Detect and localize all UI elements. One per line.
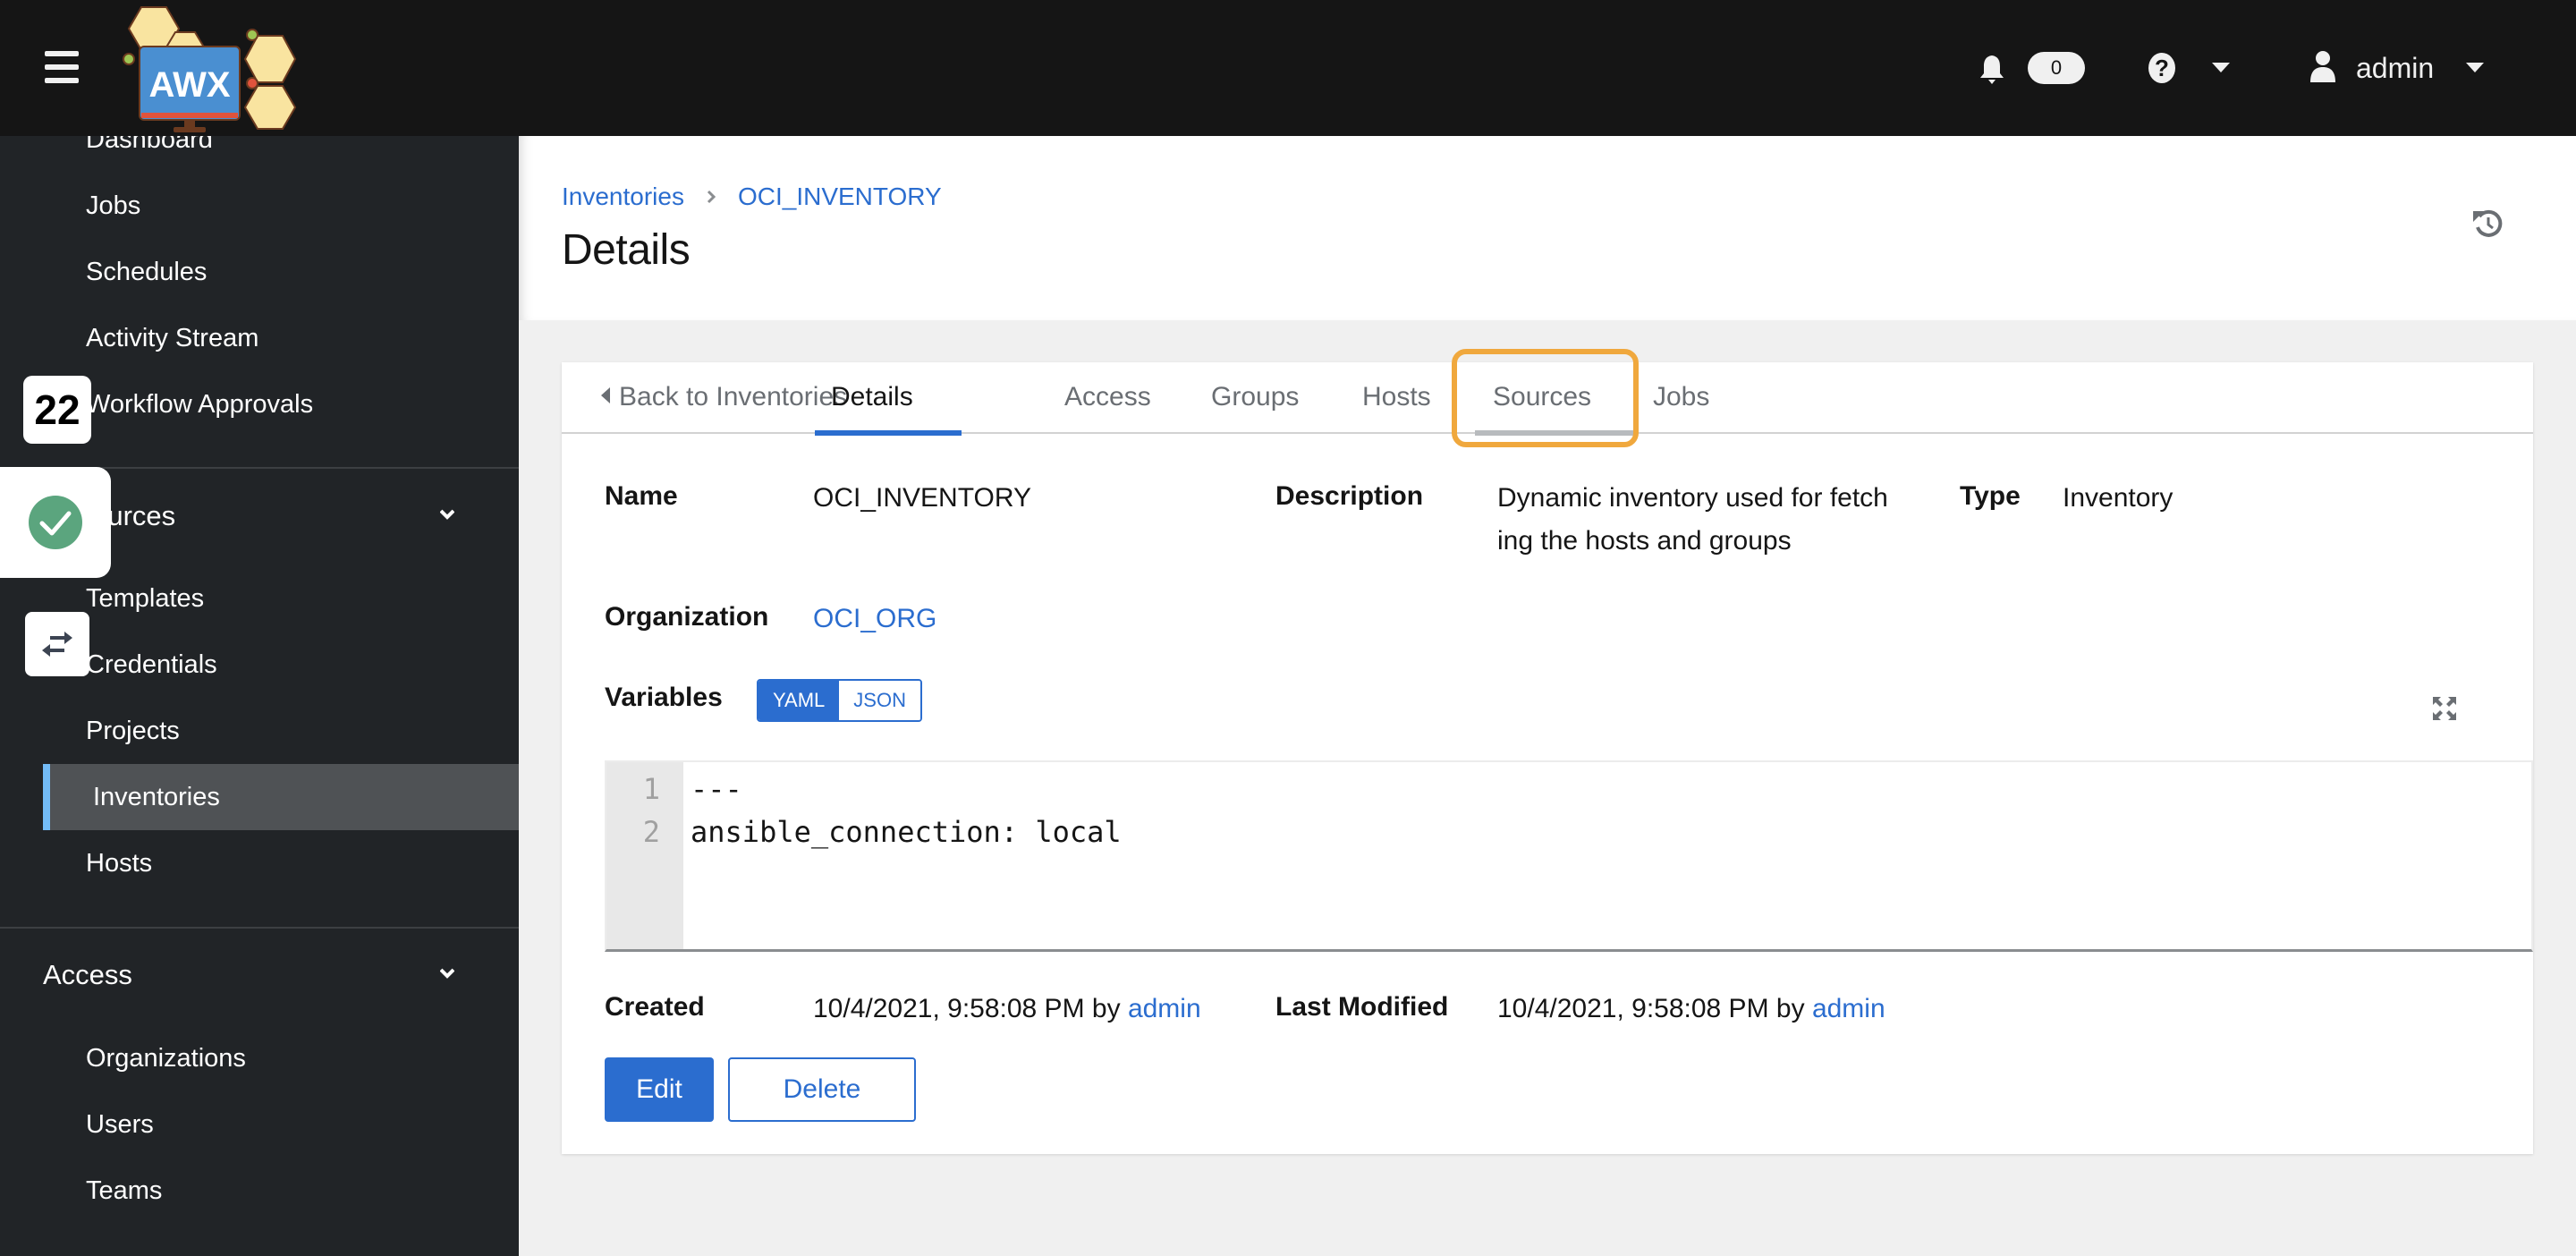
hamburger-bar [45,64,79,70]
logo-text: AWX [148,65,230,105]
json-toggle-button[interactable]: JSON [839,681,920,720]
code-text: ansible_connection: local [691,815,1122,849]
chevron-down-icon [440,509,454,520]
organization-link[interactable]: OCI_ORG [813,598,936,641]
organization-label: Organization [605,602,769,632]
created-by-link[interactable]: admin [1128,994,1201,1023]
help-dropdown-caret-icon[interactable] [2212,63,2230,72]
variables-code-editor[interactable]: 1 --- 2 ansible_connection: local [605,760,2533,952]
page-header: Inventories OCI_INVENTORY Details [519,136,2576,320]
line-number: 2 [642,815,660,849]
tab-bar: Back to Inventories Details Access Group… [562,349,2533,447]
name-value: OCI_INVENTORY [813,483,1031,513]
tab-label: Sources [1493,382,1592,412]
delete-button[interactable]: Delete [728,1057,916,1122]
bell-icon[interactable] [1979,50,2005,86]
tab-access[interactable]: Access [1064,362,1151,434]
tab-active-underline [815,430,962,436]
expand-icon[interactable] [2431,695,2458,722]
tab-sources[interactable]: Sources [1475,362,1638,436]
chevron-down-icon [440,968,454,979]
sidebar-item-projects[interactable]: Projects [0,698,519,764]
overlay-count-badge: 22 [23,376,91,444]
type-label: Type [1960,481,2021,511]
sidebar-group-access[interactable]: Access [0,939,519,1011]
type-value: Inventory [2063,483,2174,513]
user-icon[interactable] [2309,50,2336,82]
tab-hover-underline [1475,430,1638,436]
page-title: Details [562,226,691,274]
notification-count-badge[interactable]: 0 [2028,52,2085,84]
tab-label: Back to Inventories [619,382,848,412]
variables-label: Variables [605,683,723,712]
tab-back-to-inventories[interactable]: Back to Inventories [601,362,847,434]
breadcrumb: Inventories OCI_INVENTORY [562,182,942,211]
sidebar-item-organizations[interactable]: Organizations [0,1025,519,1091]
sidebar-item-hosts[interactable]: Hosts [0,830,519,896]
sidebar-item-schedules[interactable]: Schedules [0,239,519,305]
overlay-swap-badge [25,612,89,676]
swap-arrows-icon [42,632,72,657]
help-icon[interactable]: ? [2147,52,2177,84]
sidebar-item-users[interactable]: Users [0,1091,519,1158]
created-label: Created [605,992,705,1022]
last-modified-value: 10/4/2021, 9:58:08 PM by admin [1497,988,1885,1031]
tab-hosts[interactable]: Hosts [1362,362,1431,434]
created-timestamp: 10/4/2021, 9:58:08 PM by [813,994,1121,1023]
sidebar-item-inventories[interactable]: Inventories [43,764,519,830]
inventory-details-card: Back to Inventories Details Access Group… [562,349,2533,1154]
check-circle-icon [29,496,82,549]
tab-groups[interactable]: Groups [1211,362,1299,434]
line-number: 1 [642,772,660,806]
breadcrumb-chevron-right-icon [707,190,716,204]
sidebar-item-activity-stream[interactable]: Activity Stream [0,305,519,371]
sidebar-item-teams[interactable]: Teams [0,1158,519,1224]
sidebar-divider [0,927,519,929]
tab-jobs[interactable]: Jobs [1653,362,1709,434]
code-text: --- [691,772,742,806]
tab-label: Details [831,382,913,412]
sidebar-nav: Dashboard Jobs Schedules Activity Stream… [0,136,519,1256]
user-dropdown-caret-icon[interactable] [2466,63,2484,72]
hamburger-menu-button[interactable] [43,49,80,87]
awx-logo[interactable]: AWX [114,4,311,134]
created-value: 10/4/2021, 9:58:08 PM by admin [813,988,1201,1031]
code-line: 2 ansible_connection: local [606,810,2531,853]
history-icon[interactable] [2472,208,2504,240]
caret-left-icon [601,387,610,403]
edit-button[interactable]: Edit [605,1057,714,1122]
code-line: 1 --- [606,768,2531,810]
modified-by-link[interactable]: admin [1812,994,1885,1023]
user-menu-name[interactable]: admin [2356,48,2434,88]
breadcrumb-inventories-link[interactable]: Inventories [562,182,684,211]
description-line: ing the hosts and groups [1497,526,1792,556]
last-modified-label: Last Modified [1275,992,1449,1022]
hamburger-bar [45,51,79,56]
sidebar-group-access-label: Access [43,959,132,990]
top-header: AWX 0 ? admin [0,0,2576,136]
hamburger-bar [45,78,79,83]
sidebar-item-jobs[interactable]: Jobs [0,173,519,239]
description-label: Description [1275,481,1424,511]
description-line: Dynamic inventory used for fetch [1497,483,1888,513]
sidebar-item-dashboard[interactable]: Dashboard [0,136,519,173]
name-label: Name [605,481,678,511]
modified-timestamp: 10/4/2021, 9:58:08 PM by [1497,994,1805,1023]
tab-details[interactable]: Details [815,362,962,436]
description-value: Dynamic inventory used for fetch ing the… [1497,477,1927,563]
variables-format-toggle: YAML JSON [757,679,922,722]
yaml-toggle-button[interactable]: YAML [758,681,840,720]
overlay-status-badge [0,467,111,578]
breadcrumb-inventory-link[interactable]: OCI_INVENTORY [738,182,942,211]
svg-text:?: ? [2155,55,2169,81]
